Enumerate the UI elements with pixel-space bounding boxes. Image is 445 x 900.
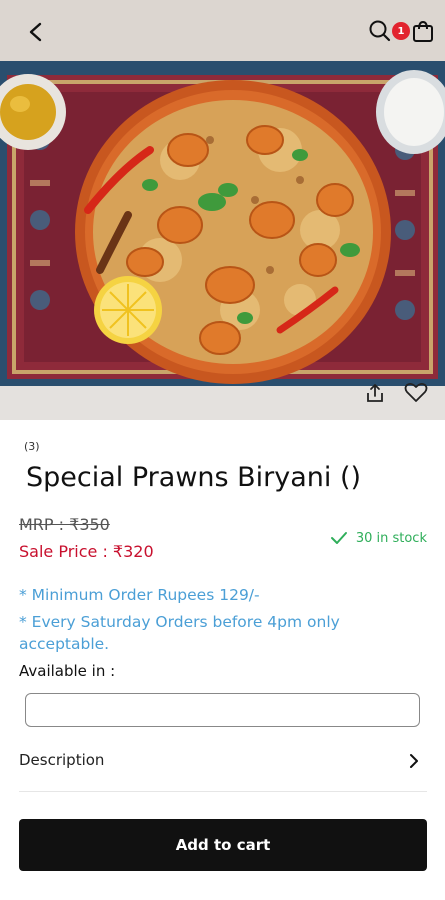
mrp-price: MRP : ₹350 [19,515,110,534]
back-button[interactable] [22,18,50,46]
saturday-order-note: * Every Saturday Orders before 4pm only … [19,613,340,653]
min-order-note: * Minimum Order Rupees 129/- [19,586,260,604]
back-arrow-icon [29,22,42,42]
sale-price: Sale Price : ₹320 [19,542,154,561]
check-icon [330,532,347,544]
available-in-select[interactable] [25,693,420,727]
stock-status: 30 in stock [330,530,427,546]
cart-count-badge: 1 [392,22,410,40]
heart-icon [404,382,428,402]
cart-button[interactable] [410,18,436,44]
description-label: Description [19,751,105,769]
search-icon [369,20,391,42]
description-row[interactable]: Description [19,745,427,792]
product-title: Special Prawns Biryani () [26,462,362,493]
rating-count: (3) [24,440,40,453]
stock-text: 30 in stock [355,530,427,546]
top-bar: 1 [0,0,445,64]
available-in-label: Available in : [19,662,116,680]
chevron-right-icon [410,754,418,768]
wishlist-button[interactable] [402,378,430,406]
add-to-cart-button[interactable]: Add to cart [19,819,427,871]
share-button[interactable] [362,380,388,406]
share-icon [367,384,383,402]
shopping-bag-icon [413,20,433,42]
search-button[interactable] [367,18,393,44]
product-image[interactable]: 1 [0,0,445,420]
